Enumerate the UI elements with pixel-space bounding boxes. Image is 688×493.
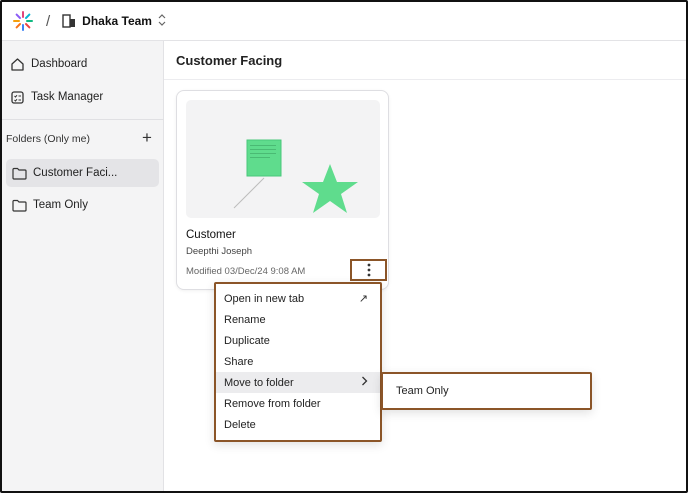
thumbnail-preview-image xyxy=(233,139,358,213)
menu-item-remove-from-folder[interactable]: Remove from folder xyxy=(216,393,380,414)
menu-item-share[interactable]: Share xyxy=(216,351,380,372)
menu-item-move-to-folder[interactable]: Move to folder xyxy=(216,372,380,393)
vertical-dots-icon xyxy=(367,263,370,277)
checklist-icon xyxy=(11,90,24,104)
submenu-folder-team-only[interactable]: Team Only xyxy=(381,372,592,410)
team-switcher-label[interactable]: Dhaka Team xyxy=(82,14,152,28)
board-title[interactable]: Customer xyxy=(186,229,236,241)
menu-item-label: Share xyxy=(224,355,254,368)
menu-item-duplicate[interactable]: Duplicate xyxy=(216,330,380,351)
team-building-icon xyxy=(62,14,76,28)
external-link-icon: ↗ xyxy=(358,293,368,305)
sidebar-item-label: Dashboard xyxy=(31,58,88,70)
menu-item-label: Delete xyxy=(224,418,256,431)
top-bar: / Dhaka Team xyxy=(2,2,686,41)
menu-item-label: Rename xyxy=(224,313,266,326)
sidebar: Dashboard Task Manager Folders (Only me)… xyxy=(2,41,164,491)
add-folder-button[interactable]: + xyxy=(142,129,152,146)
menu-item-label: Duplicate xyxy=(224,334,270,347)
sidebar-divider xyxy=(2,119,164,120)
sidebar-item-dashboard[interactable]: Dashboard xyxy=(10,52,87,76)
menu-item-label: Remove from folder xyxy=(224,397,321,410)
board-owner: Deepthi Joseph xyxy=(186,246,253,257)
folder-label: Team Only xyxy=(33,199,88,211)
sidebar-item-label: Task Manager xyxy=(31,91,104,103)
submenu-item-label: Team Only xyxy=(396,385,449,397)
chevron-updown-icon[interactable] xyxy=(158,13,166,29)
sidebar-folder-customer-facing[interactable]: Customer Faci... xyxy=(6,159,159,187)
page-title: Customer Facing xyxy=(176,53,283,68)
folders-heading: Folders (Only me) xyxy=(6,133,91,145)
menu-item-rename[interactable]: Rename xyxy=(216,309,380,330)
header-divider xyxy=(164,79,686,80)
more-options-button[interactable] xyxy=(350,259,387,281)
context-menu: Open in new tab ↗ Rename Duplicate Share… xyxy=(214,282,382,442)
sidebar-item-task-manager[interactable]: Task Manager xyxy=(10,85,103,109)
menu-item-delete[interactable]: Delete xyxy=(216,414,380,435)
menu-item-label: Move to folder xyxy=(224,376,294,389)
folder-icon xyxy=(12,167,27,180)
folder-icon xyxy=(12,199,27,212)
sidebar-folder-team-only[interactable]: Team Only xyxy=(6,191,159,219)
board-modified-date: Modified 03/Dec/24 9:08 AM xyxy=(186,266,306,277)
board-thumbnail[interactable] xyxy=(186,100,380,218)
app-logo-icon[interactable] xyxy=(12,10,34,32)
chevron-right-icon xyxy=(361,376,368,389)
home-icon xyxy=(11,57,24,71)
menu-item-label: Open in new tab xyxy=(224,292,305,305)
folder-label: Customer Faci... xyxy=(33,167,118,179)
breadcrumb-separator: / xyxy=(46,12,51,30)
app-window: / Dhaka Team Dashboard Task Manager Fold… xyxy=(0,0,688,493)
menu-item-open-new-tab[interactable]: Open in new tab ↗ xyxy=(216,288,380,309)
